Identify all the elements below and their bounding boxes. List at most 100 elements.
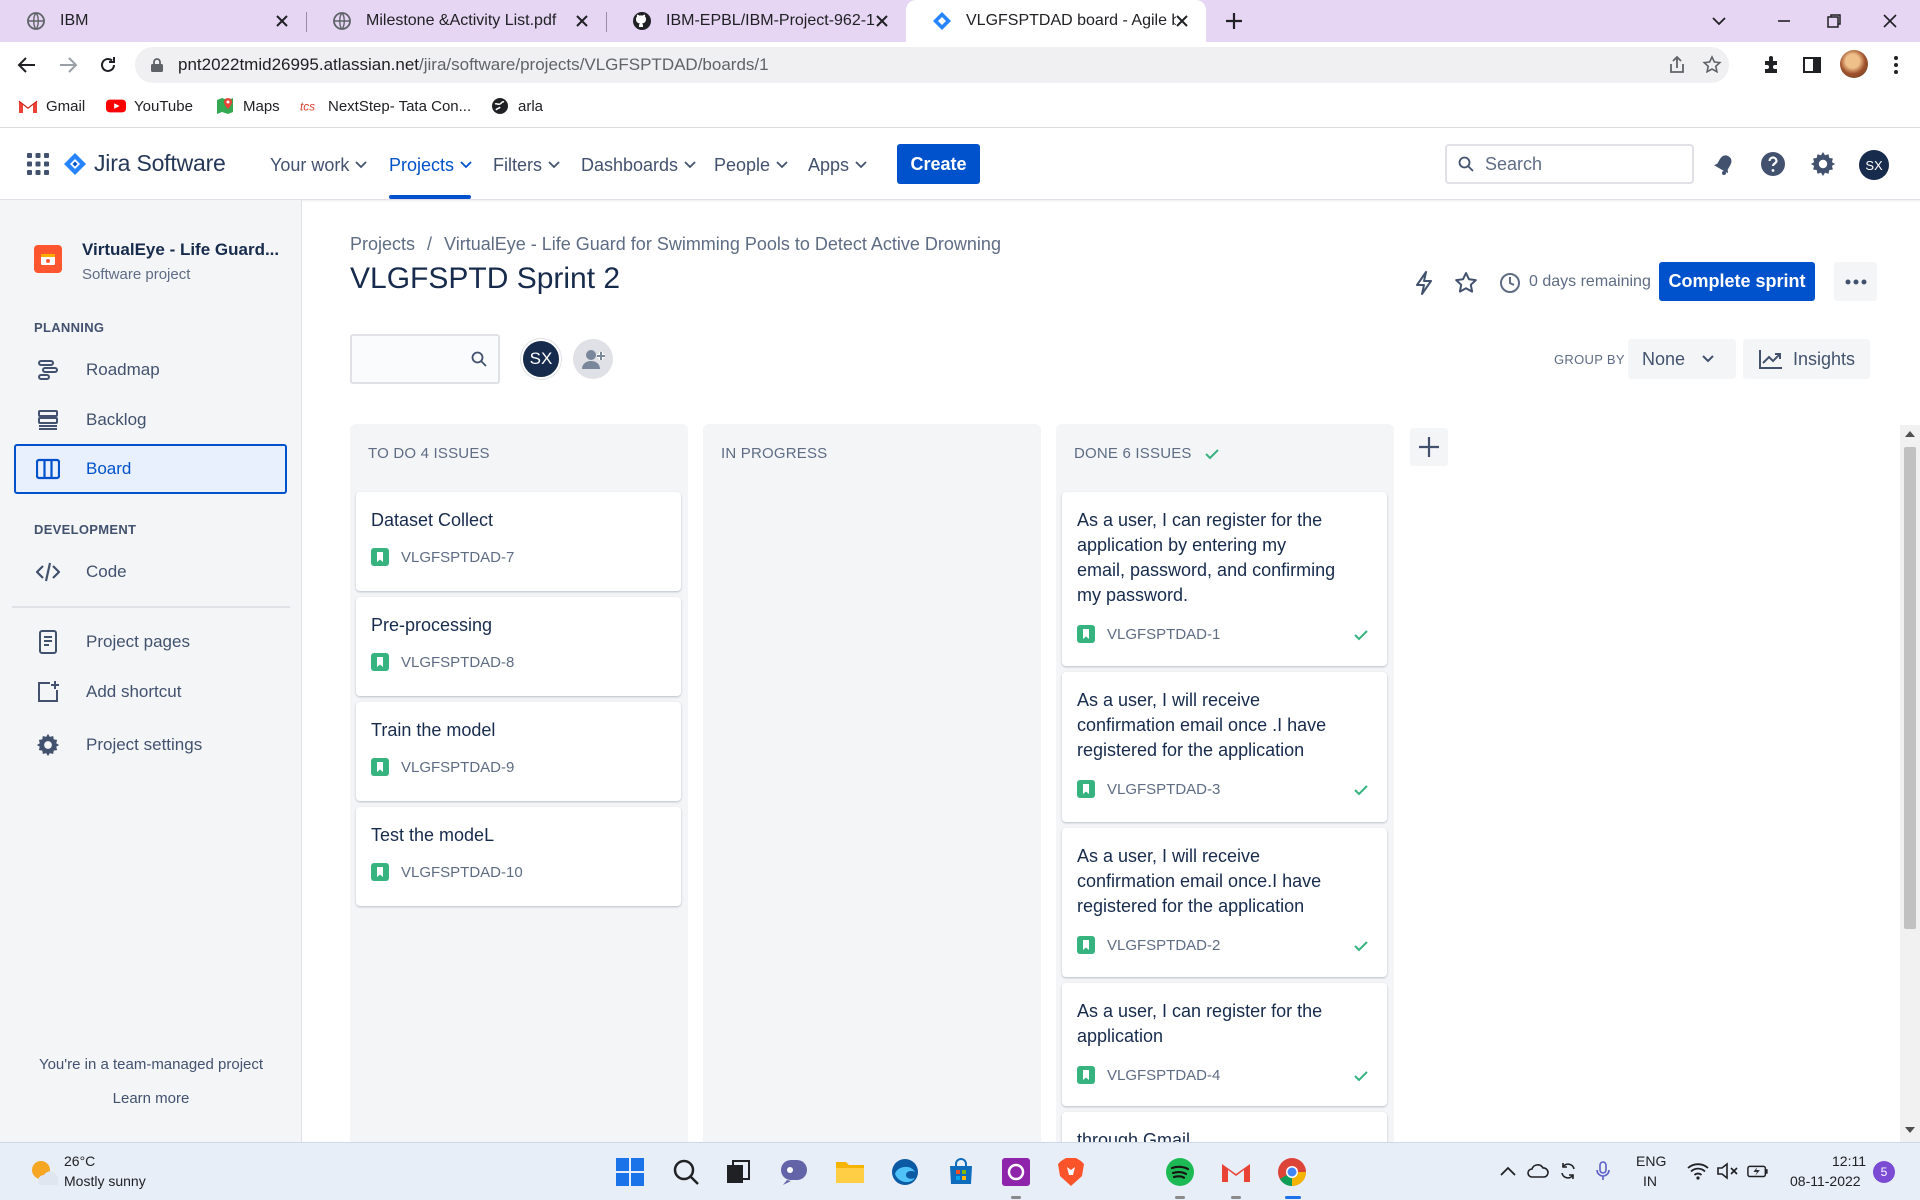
sync-icon[interactable]	[1557, 1160, 1579, 1182]
issue-card[interactable]: As a user, I can register for the applic…	[1062, 492, 1387, 666]
close-tab-icon[interactable]	[1172, 11, 1192, 31]
file-explorer-icon[interactable]	[834, 1156, 866, 1188]
issue-card[interactable]: Dataset Collect VLGFSPTDAD-7	[356, 492, 681, 591]
task-view-icon[interactable]	[722, 1156, 754, 1188]
bookmark-gmail[interactable]: Gmail	[18, 96, 85, 116]
project-name[interactable]: VirtualEye - Life Guard...	[82, 240, 279, 260]
complete-sprint-button[interactable]: Complete sprint	[1659, 262, 1815, 301]
bookmark-maps[interactable]: Maps	[215, 96, 280, 116]
nav-filters[interactable]: Filters	[493, 152, 561, 178]
restore-icon[interactable]	[1822, 9, 1846, 33]
board-search-input[interactable]	[350, 334, 500, 384]
user-avatar[interactable]: SX	[1859, 150, 1889, 180]
minimize-icon[interactable]	[1772, 9, 1796, 33]
issue-card[interactable]: As a user, I can register for the applic…	[1062, 983, 1387, 1106]
back-icon[interactable]	[15, 53, 39, 77]
bookmark-arla[interactable]: arla	[490, 96, 543, 116]
new-tab-icon[interactable]	[1222, 9, 1246, 33]
jira-logo[interactable]: Jira Software	[64, 150, 226, 177]
store-icon[interactable]	[945, 1156, 977, 1188]
notification-badge[interactable]: 5	[1873, 1161, 1895, 1183]
chrome-menu-icon[interactable]	[1884, 53, 1908, 77]
nav-dashboards[interactable]: Dashboards	[581, 152, 697, 178]
forward-icon[interactable]	[56, 53, 80, 77]
extensions-icon[interactable]	[1759, 53, 1783, 77]
nav-apps[interactable]: Apps	[808, 152, 868, 178]
scrollbar-thumb[interactable]	[1904, 447, 1916, 929]
nav-people[interactable]: People	[714, 152, 789, 178]
star-icon[interactable]	[1453, 270, 1479, 296]
spotify-icon[interactable]	[1164, 1156, 1196, 1188]
browser-tab[interactable]: IBM-EPBL/IBM-Project-962-1658	[606, 0, 906, 42]
vertical-scrollbar[interactable]	[1900, 425, 1920, 1142]
breadcrumb-project-link[interactable]: VirtualEye - Life Guard for Swimming Poo…	[444, 234, 1001, 254]
sidebar-item-roadmap[interactable]: Roadmap	[14, 346, 287, 394]
sidebar-item-project-pages[interactable]: Project pages	[14, 618, 287, 666]
volume-muted-icon[interactable]	[1717, 1160, 1739, 1182]
search-input[interactable]	[1485, 152, 1685, 176]
chrome-icon[interactable]	[1276, 1156, 1308, 1188]
lightning-automation-icon[interactable]	[1411, 270, 1437, 296]
microphone-icon[interactable]	[1592, 1160, 1614, 1182]
nav-your-work[interactable]: Your work	[270, 152, 368, 178]
issue-card[interactable]: Train the model VLGFSPTDAD-9	[356, 702, 681, 801]
onedrive-cloud-icon[interactable]	[1527, 1160, 1549, 1182]
create-button[interactable]: Create	[897, 144, 980, 184]
sidebar-item-add-shortcut[interactable]: Add shortcut	[14, 668, 287, 716]
close-tab-icon[interactable]	[272, 11, 292, 31]
tab-search-icon[interactable]	[1707, 9, 1731, 33]
wifi-icon[interactable]	[1687, 1160, 1709, 1182]
more-actions-button[interactable]	[1834, 262, 1877, 301]
global-search[interactable]	[1445, 144, 1694, 184]
sidebar-item-board[interactable]: Board	[14, 444, 287, 494]
profile-avatar[interactable]	[1840, 50, 1868, 78]
browser-tab[interactable]: Milestone &Activity List.pdf	[306, 0, 606, 42]
sidebar-item-project-settings[interactable]: Project settings	[14, 721, 287, 769]
language-indicator[interactable]: ENG	[1636, 1153, 1666, 1169]
chevron-up-icon[interactable]	[1497, 1160, 1519, 1182]
address-bar[interactable]: pnt2022tmid26995.atlassian.net/jira/soft…	[135, 47, 1729, 83]
nav-projects[interactable]: Projects	[389, 152, 473, 178]
close-tab-icon[interactable]	[572, 11, 592, 31]
brave-icon[interactable]	[1055, 1156, 1087, 1188]
battery-charging-icon[interactable]	[1747, 1160, 1769, 1182]
share-icon[interactable]	[1665, 53, 1689, 77]
sidebar-item-code[interactable]: Code	[14, 548, 287, 596]
settings-gear-icon[interactable]	[1809, 150, 1837, 178]
scroll-down-icon[interactable]	[1905, 1125, 1915, 1135]
lock-icon[interactable]	[149, 57, 165, 73]
edge-icon[interactable]	[889, 1156, 921, 1188]
side-panel-icon[interactable]	[1800, 53, 1824, 77]
windows-start-icon[interactable]	[614, 1156, 646, 1188]
issue-card[interactable]: As a user, I will receive confirmation e…	[1062, 672, 1387, 822]
group-by-select[interactable]: None	[1628, 339, 1736, 379]
issue-card[interactable]: As a user, I will receive confirmation e…	[1062, 828, 1387, 977]
sun-weather-icon[interactable]	[28, 1157, 58, 1187]
gmail-app-icon[interactable]	[1220, 1156, 1252, 1188]
chat-icon[interactable]	[778, 1156, 810, 1188]
star-bookmark-icon[interactable]	[1700, 53, 1724, 77]
notifications-bell-icon[interactable]	[1710, 150, 1738, 178]
add-people-button[interactable]	[573, 339, 613, 379]
close-tab-icon[interactable]	[872, 11, 892, 31]
video-app-icon[interactable]	[1000, 1156, 1032, 1188]
assignee-filter-avatar[interactable]: SX	[521, 339, 561, 379]
reload-icon[interactable]	[96, 53, 120, 77]
issue-card[interactable]: through Gmail	[1062, 1112, 1387, 1142]
scroll-up-icon[interactable]	[1905, 429, 1915, 439]
app-switcher-icon[interactable]	[26, 152, 50, 176]
breadcrumb-projects-link[interactable]: Projects	[350, 234, 415, 254]
sidebar-item-backlog[interactable]: Backlog	[14, 396, 287, 444]
help-icon[interactable]	[1759, 150, 1787, 178]
project-avatar-icon[interactable]	[34, 245, 62, 273]
clock-date[interactable]: 08-11-2022	[1790, 1173, 1861, 1189]
bookmark-youtube[interactable]: YouTube	[106, 96, 193, 116]
search-icon[interactable]	[670, 1156, 702, 1188]
issue-card[interactable]: Test the modeL VLGFSPTDAD-10	[356, 807, 681, 906]
browser-tab[interactable]: IBM	[0, 0, 306, 42]
insights-button[interactable]: Insights	[1743, 339, 1870, 379]
bookmark-nextstep[interactable]: tcs NextStep- Tata Con...	[300, 96, 471, 116]
clock-time[interactable]: 12:11	[1832, 1153, 1866, 1169]
issue-card[interactable]: Pre-processing VLGFSPTDAD-8	[356, 597, 681, 696]
browser-tab-active[interactable]: VLGFSPTDAD board - Agile board	[906, 0, 1206, 42]
